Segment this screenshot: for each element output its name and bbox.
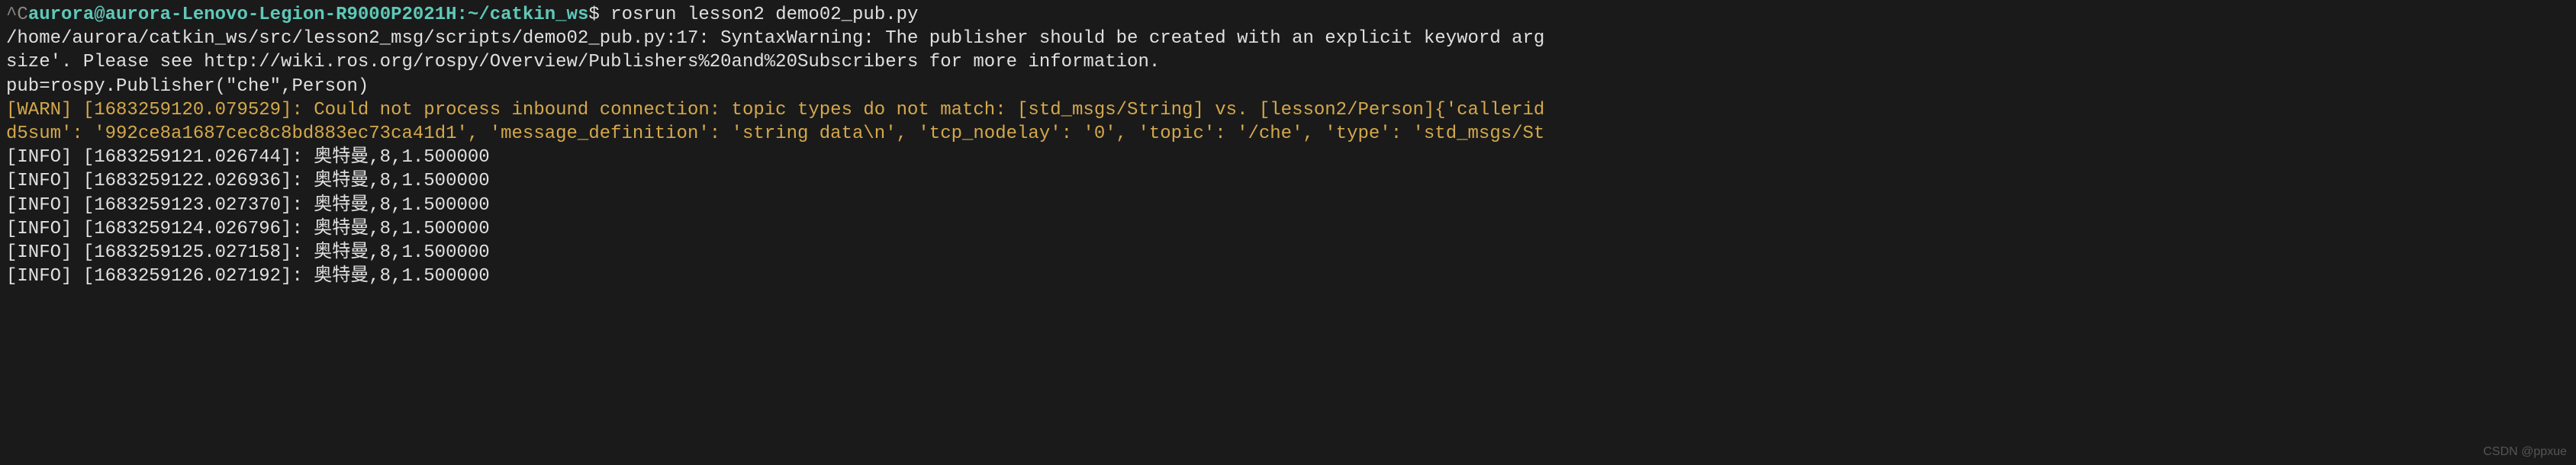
prompt-caret: ^C (6, 5, 28, 25)
info-line: [INFO] [1683259123.027370]: 奥特曼,8,1.5000… (6, 194, 2570, 217)
info-line: [INFO] [1683259122.026936]: 奥特曼,8,1.5000… (6, 169, 2570, 193)
warn-line-1: [WARN] [1683259120.079529]: Could not pr… (6, 98, 2570, 122)
prompt-separator: : (457, 5, 468, 25)
info-line: [INFO] [1683259126.027192]: 奥特曼,8,1.5000… (6, 265, 2570, 288)
prompt-user-host: aurora@aurora-Lenovo-Legion-R9000P2021H (28, 5, 457, 25)
prompt-path: ~/catkin_ws (468, 5, 588, 25)
watermark: CSDN @ppxue (2483, 444, 2567, 460)
info-line: [INFO] [1683259121.026744]: 奥特曼,8,1.5000… (6, 146, 2570, 169)
prompt-line[interactable]: ^Caurora@aurora-Lenovo-Legion-R9000P2021… (6, 3, 2570, 27)
info-line: [INFO] [1683259124.026796]: 奥特曼,8,1.5000… (6, 217, 2570, 241)
syntax-warning-line-2: size'. Please see http://wiki.ros.org/ro… (6, 50, 2570, 74)
warn-line-2: d5sum': '992ce8a1687cec8c8bd883ec73ca41d… (6, 122, 2570, 146)
syntax-warning-line-3: pub=rospy.Publisher("che",Person) (6, 75, 2570, 98)
info-line: [INFO] [1683259125.027158]: 奥特曼,8,1.5000… (6, 241, 2570, 265)
prompt-dollar: $ (588, 5, 599, 25)
syntax-warning-line-1: /home/aurora/catkin_ws/src/lesson2_msg/s… (6, 27, 2570, 50)
command-text: rosrun lesson2 demo02_pub.py (610, 5, 918, 25)
